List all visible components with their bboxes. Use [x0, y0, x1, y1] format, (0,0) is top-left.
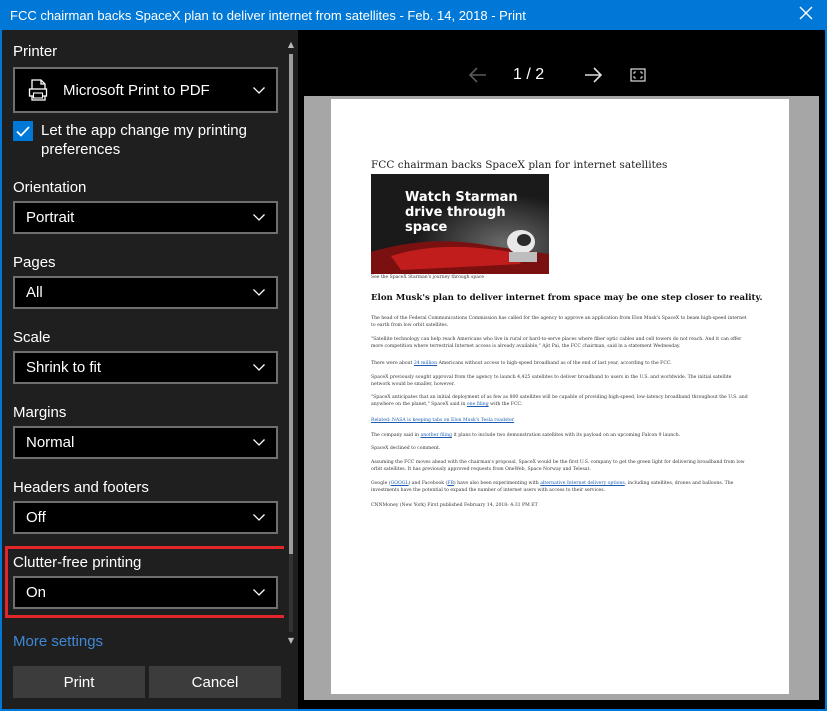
doc-link[interactable]: 24 million	[414, 361, 437, 366]
scale-label: Scale	[13, 329, 51, 346]
margins-label: Margins	[13, 404, 67, 421]
doc-paragraph: The company said in another filing it pl…	[371, 432, 751, 439]
fullscreen-icon[interactable]	[630, 67, 646, 83]
scale-value: Shrink to fit	[26, 359, 102, 376]
doc-link[interactable]: FB	[447, 481, 454, 486]
doc-link[interactable]: one filing	[467, 402, 489, 407]
arrow-left-icon[interactable]	[468, 65, 488, 85]
doc-paragraph: "Satellite technology can help reach Ame…	[371, 337, 742, 349]
doc-headline: Elon Musk's plan to deliver internet fro…	[371, 293, 763, 303]
headers-footers-value: Off	[26, 509, 46, 526]
doc-text: ) have also been experimenting with	[453, 481, 541, 486]
doc-text: Google (	[371, 481, 391, 486]
doc-related-row: Related: NASA is keeping tabs on Elon Mu…	[371, 417, 751, 424]
page-indicator: 1 / 2	[513, 66, 545, 83]
doc-text: it plans to include two demonstration sa…	[452, 433, 681, 438]
chevron-down-icon	[242, 353, 276, 382]
margins-value: Normal	[26, 434, 75, 451]
headers-footers-select[interactable]: Off	[13, 501, 278, 534]
scroll-up-icon[interactable]: ▲	[286, 40, 296, 50]
doc-paragraph: SpaceX declined to comment.	[371, 446, 441, 451]
printer-value: Microsoft Print to PDF	[63, 81, 210, 99]
chevron-down-icon	[242, 278, 276, 307]
doc-link[interactable]: alternative Internet delivery options	[540, 481, 625, 486]
window-title: FCC chairman backs SpaceX plan to delive…	[10, 7, 526, 23]
printer-label: Printer	[13, 43, 58, 60]
more-settings-link[interactable]: More settings	[13, 633, 103, 650]
preview-nav: 1 / 2	[298, 60, 825, 90]
doc-text: ) and Facebook (	[408, 481, 448, 486]
doc-title: FCC chairman backs SpaceX plan for inter…	[371, 159, 668, 171]
doc-image: Watch Starman drive through space	[371, 174, 549, 274]
app-preferences-label: Let the app change my printing preferenc…	[41, 122, 247, 158]
orientation-select[interactable]: Portrait	[13, 201, 278, 234]
doc-link[interactable]: another filing	[420, 433, 452, 438]
settings-scrollbar[interactable]: ▲ ▼	[286, 40, 296, 646]
orientation-label: Orientation	[13, 179, 87, 196]
margins-select[interactable]: Normal	[13, 426, 278, 459]
doc-image-caption: See the SpaceX Starman's journey through…	[371, 275, 485, 280]
app-preferences-checkbox-row[interactable]: Let the app change my printing preferenc…	[13, 121, 273, 159]
doc-paragraph: CNNMoney (New York) First published Febr…	[371, 503, 538, 508]
settings-panel: Printer Microsoft Print to PDF Let the a…	[2, 30, 298, 709]
pages-select[interactable]: All	[13, 276, 278, 309]
doc-text: "SpaceX anticipates that an initial depl…	[371, 395, 748, 407]
doc-paragraph: There were about 24 million Americans wi…	[371, 360, 751, 367]
doc-paragraph: Google (GOOGL) and Facebook (FB) have al…	[371, 480, 751, 494]
scale-select[interactable]: Shrink to fit	[13, 351, 278, 384]
pages-value: All	[26, 284, 43, 301]
doc-text: with the FCC.	[488, 402, 523, 407]
orientation-value: Portrait	[26, 209, 75, 226]
chevron-down-icon	[242, 428, 276, 457]
doc-text: The company said in	[371, 433, 421, 438]
doc-paragraph: "SpaceX anticipates that an initial depl…	[371, 394, 751, 408]
checkmark-icon[interactable]	[13, 121, 33, 141]
chevron-down-icon	[242, 69, 276, 111]
close-icon[interactable]	[799, 5, 813, 25]
chevron-down-icon	[242, 503, 276, 532]
print-button[interactable]: Print	[13, 666, 145, 698]
doc-link[interactable]: GOOGL	[391, 481, 409, 486]
doc-paragraph: Assuming the FCC moves ahead with the ch…	[371, 460, 745, 472]
headers-footers-label: Headers and footers	[13, 479, 149, 496]
title-bar: FCC chairman backs SpaceX plan to delive…	[0, 0, 827, 30]
arrow-right-icon[interactable]	[583, 65, 603, 85]
doc-paragraph: SpaceX previously sought approval from t…	[371, 375, 732, 387]
doc-text: Americans without access to high-speed b…	[437, 361, 672, 366]
printer-select[interactable]: Microsoft Print to PDF	[13, 67, 278, 113]
scroll-down-icon[interactable]: ▼	[286, 636, 296, 646]
doc-paragraph: The head of the Federal Communications C…	[371, 316, 747, 328]
clutter-free-highlight	[5, 546, 284, 618]
printer-icon	[27, 79, 49, 101]
cancel-button[interactable]: Cancel	[149, 666, 281, 698]
chevron-down-icon	[242, 203, 276, 232]
print-preview: 1 / 2 FCC chairman backs SpaceX plan for…	[298, 30, 825, 709]
settings-scroll-area[interactable]: Printer Microsoft Print to PDF Let the a…	[2, 30, 284, 650]
doc-related-link[interactable]: Related: NASA is keeping tabs on Elon Mu…	[371, 418, 514, 423]
page-preview[interactable]: FCC chairman backs SpaceX plan for inter…	[331, 99, 789, 694]
doc-image-text: Watch Starman drive through space	[405, 190, 518, 235]
pages-label: Pages	[13, 254, 56, 271]
doc-text: There were about	[371, 361, 414, 366]
scroll-thumb[interactable]	[289, 54, 293, 554]
